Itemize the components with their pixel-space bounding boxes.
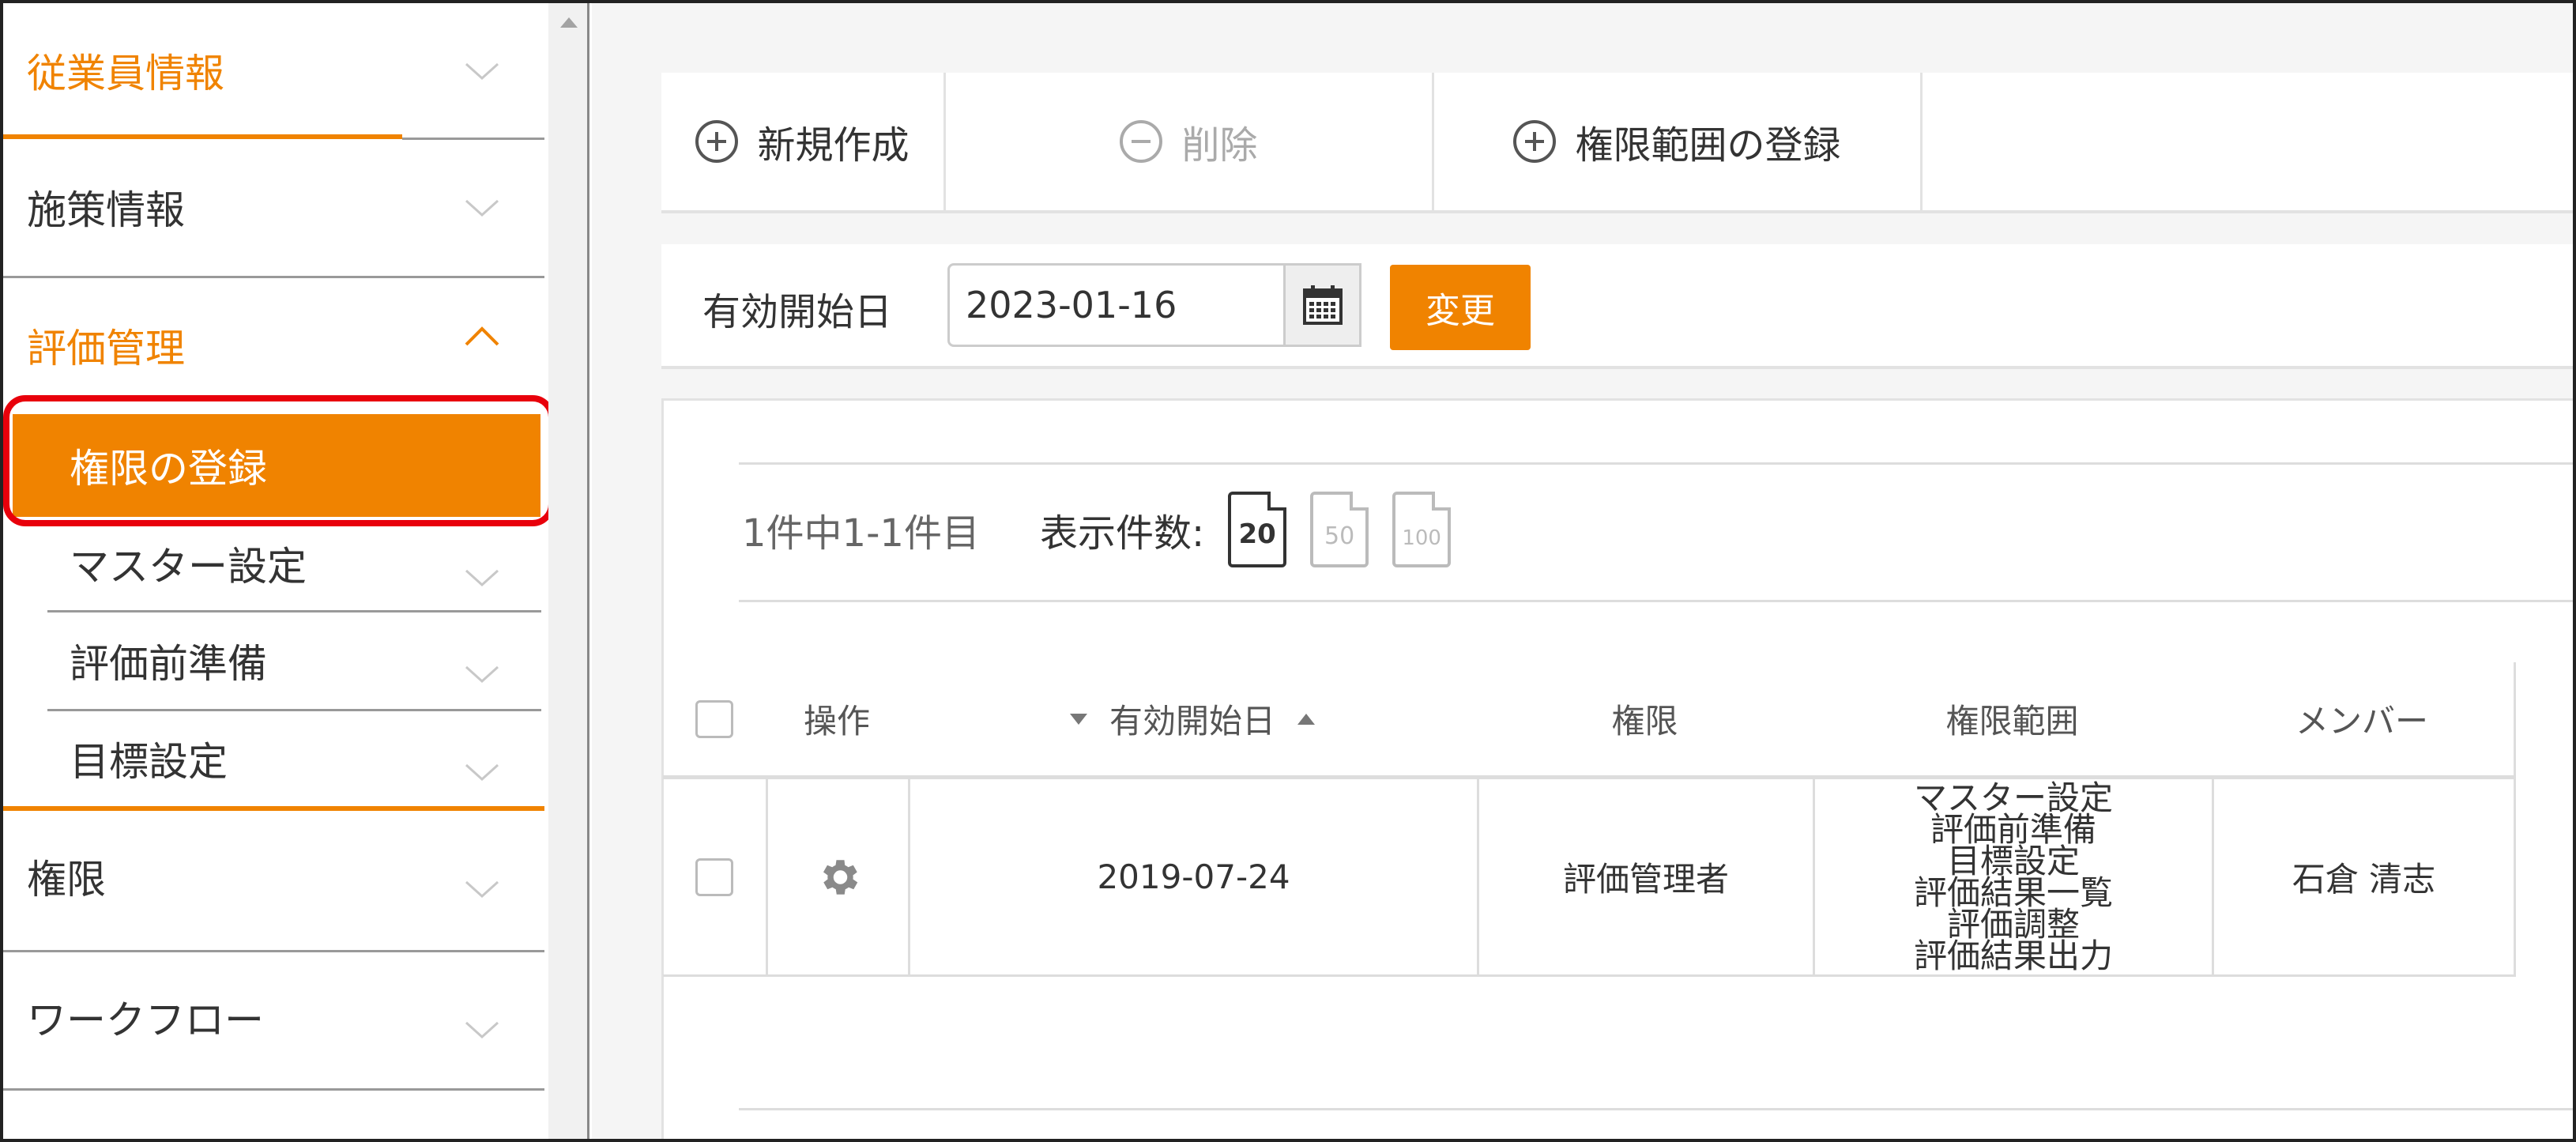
sidebar-item-label: ワークフロー bbox=[27, 997, 264, 1043]
sidebar-item-label: 施策情報 bbox=[27, 187, 185, 233]
chevron-down-icon bbox=[465, 880, 499, 899]
register-scope-button[interactable]: 権限範囲の登録 bbox=[1434, 73, 1923, 210]
sidebar-item-permissions[interactable]: 権限 bbox=[3, 825, 540, 928]
page-size-label: 表示件数: bbox=[1039, 511, 1205, 556]
scope-item: 目標設定 bbox=[1946, 841, 2080, 880]
sidebar-item-employee-info[interactable]: 従業員情報 bbox=[3, 21, 540, 120]
toolbar: 新規作成 削除 権限範囲の登録 bbox=[661, 73, 2573, 213]
header-member: メンバー bbox=[2295, 702, 2428, 741]
sidebar-item-label: 従業員情報 bbox=[27, 51, 224, 96]
chevron-down-icon bbox=[465, 665, 499, 684]
cell-role: 評価管理者 bbox=[1477, 779, 1813, 974]
row-select-cell bbox=[663, 779, 766, 974]
sidebar-item-label: 権限 bbox=[27, 857, 106, 903]
change-button[interactable]: 変更 bbox=[1390, 265, 1531, 350]
header-start-date[interactable]: 有効開始日 bbox=[908, 662, 1477, 775]
select-all-checkbox[interactable] bbox=[695, 699, 733, 738]
sidebar-item-evaluation-management[interactable]: 評価管理 bbox=[3, 296, 540, 395]
page-size-50-button[interactable]: 50 bbox=[1310, 492, 1369, 567]
delete-button[interactable]: 削除 bbox=[946, 73, 1434, 210]
highlight-outline bbox=[3, 395, 555, 526]
select-all-cell bbox=[663, 662, 766, 775]
table-row[interactable]: 2019-07-24 評価管理者 マスター設定 評価前準備 目標設定 評価結果一… bbox=[663, 779, 2516, 977]
date-filter-bar: 有効開始日 変更 bbox=[661, 244, 2573, 369]
scope-item: 評価前準備 bbox=[1930, 809, 2096, 849]
cell-start-date: 2019-07-24 bbox=[908, 779, 1477, 974]
divider bbox=[3, 276, 544, 278]
app-window: 従業員情報 施策情報 評価管理 権限の登録 マスター設定 評価前準備 目標設定 … bbox=[0, 0, 2576, 1142]
page-size-20-button[interactable]: 20 bbox=[1228, 492, 1287, 567]
scroll-up-arrow-icon[interactable] bbox=[560, 17, 578, 28]
sidebar-item-label: 目標設定 bbox=[70, 739, 228, 785]
divider bbox=[739, 462, 2573, 465]
divider bbox=[3, 806, 544, 811]
sidebar-item-goal-setting[interactable]: 目標設定 bbox=[3, 711, 540, 806]
plus-circle-icon bbox=[695, 120, 739, 163]
cell-scope: マスター設定 評価前準備 目標設定 評価結果一覧 評価調整 評価結果出力 bbox=[1813, 779, 2212, 974]
header-scope: 権限範囲 bbox=[1945, 702, 2079, 741]
divider bbox=[402, 138, 544, 140]
page-size-100-button[interactable]: 100 bbox=[1392, 492, 1452, 567]
chevron-up-icon bbox=[465, 326, 499, 346]
pagination: 1件中1-1件目 表示件数: 20 50 100 bbox=[742, 492, 1452, 567]
minus-circle-icon bbox=[1120, 120, 1163, 163]
row-action-cell bbox=[766, 779, 908, 974]
divider bbox=[3, 1088, 544, 1091]
divider bbox=[739, 600, 2573, 602]
sidebar-item-workflow[interactable]: ワークフロー bbox=[3, 966, 540, 1069]
divider bbox=[3, 950, 544, 952]
sidebar-item-evaluation-preparation[interactable]: 評価前準備 bbox=[3, 613, 540, 708]
calendar-icon bbox=[1302, 285, 1343, 325]
delete-button-label: 削除 bbox=[1181, 123, 1258, 168]
sidebar-scrollbar[interactable] bbox=[548, 3, 589, 1139]
row-checkbox[interactable] bbox=[695, 857, 733, 896]
chevron-down-icon bbox=[465, 199, 499, 217]
sidebar-item-label: 評価前準備 bbox=[70, 641, 267, 687]
chevron-down-icon bbox=[465, 763, 499, 782]
calendar-button[interactable] bbox=[1286, 263, 1361, 347]
header-role: 権限 bbox=[1611, 702, 1678, 741]
header-start-date-label: 有効開始日 bbox=[1109, 702, 1275, 741]
chevron-down-icon bbox=[465, 1021, 499, 1039]
register-scope-button-label: 権限範囲の登録 bbox=[1575, 123, 1841, 168]
new-button[interactable]: 新規作成 bbox=[661, 73, 946, 210]
divider bbox=[3, 134, 402, 139]
new-button-label: 新規作成 bbox=[757, 123, 910, 168]
start-date-label: 有効開始日 bbox=[702, 290, 893, 334]
scope-item: マスター設定 bbox=[1913, 778, 2113, 817]
table-header: 操作 有効開始日 権限 権限範囲 メンバー bbox=[663, 662, 2516, 779]
cell-member: 石倉 清志 bbox=[2212, 779, 2514, 974]
sort-descending-icon[interactable] bbox=[1069, 713, 1087, 725]
sort-ascending-icon[interactable] bbox=[1297, 713, 1315, 725]
start-date-input[interactable] bbox=[947, 263, 1286, 347]
sidebar-item-policy-info[interactable]: 施策情報 bbox=[3, 157, 540, 257]
divider bbox=[47, 610, 541, 612]
gear-icon[interactable] bbox=[815, 854, 862, 901]
scope-item: 評価調整 bbox=[1946, 904, 2080, 944]
plus-circle-icon bbox=[1513, 120, 1557, 163]
scope-list: マスター設定 評価前準備 目標設定 評価結果一覧 評価調整 評価結果出力 bbox=[1913, 778, 2113, 975]
sidebar: 従業員情報 施策情報 評価管理 権限の登録 マスター設定 評価前準備 目標設定 … bbox=[3, 3, 555, 1139]
sidebar-item-master-settings[interactable]: マスター設定 bbox=[3, 517, 540, 610]
sidebar-item-label: 評価管理 bbox=[27, 326, 185, 371]
divider bbox=[739, 1108, 2573, 1110]
scope-item: 評価結果一覧 bbox=[1913, 873, 2113, 912]
chevron-down-icon bbox=[465, 569, 499, 587]
scope-item: 評価結果出力 bbox=[1913, 936, 2113, 975]
result-count: 1件中1-1件目 bbox=[742, 511, 980, 556]
chevron-down-icon bbox=[465, 62, 499, 81]
sidebar-item-label: マスター設定 bbox=[70, 544, 307, 590]
header-action: 操作 bbox=[803, 702, 870, 741]
